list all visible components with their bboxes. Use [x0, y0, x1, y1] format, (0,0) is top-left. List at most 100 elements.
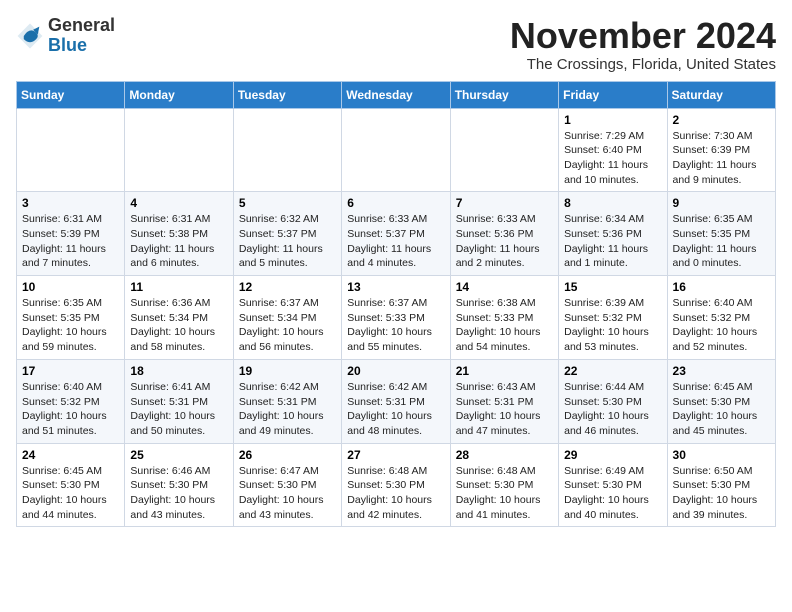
day-number: 15 [564, 280, 661, 294]
weekday-header: Thursday [450, 81, 558, 108]
day-content: Sunrise: 6:32 AM Sunset: 5:37 PM Dayligh… [239, 212, 336, 271]
day-number: 12 [239, 280, 336, 294]
calendar-week-row: 17 Sunrise: 6:40 AM Sunset: 5:32 PM Dayli… [17, 359, 776, 443]
calendar-cell [17, 108, 125, 192]
day-number: 11 [130, 280, 227, 294]
day-number: 26 [239, 448, 336, 462]
calendar-cell [233, 108, 341, 192]
day-content: Sunrise: 6:33 AM Sunset: 5:36 PM Dayligh… [456, 212, 553, 271]
day-number: 30 [673, 448, 770, 462]
month-title: November 2024 [510, 16, 776, 56]
calendar-cell: 21 Sunrise: 6:43 AM Sunset: 5:31 PM Dayli… [450, 359, 558, 443]
calendar-cell: 15 Sunrise: 6:39 AM Sunset: 5:32 PM Dayli… [559, 276, 667, 360]
day-number: 10 [22, 280, 119, 294]
day-content: Sunrise: 6:40 AM Sunset: 5:32 PM Dayligh… [22, 380, 119, 439]
weekday-header: Monday [125, 81, 233, 108]
calendar-cell: 16Sunrise: 6:40 AM Sunset: 5:32 PM Dayli… [667, 276, 775, 360]
day-number: 22 [564, 364, 661, 378]
day-content: Sunrise: 6:50 AM Sunset: 5:30 PM Dayligh… [673, 464, 770, 523]
calendar-cell: 17 Sunrise: 6:40 AM Sunset: 5:32 PM Dayli… [17, 359, 125, 443]
calendar-cell: 29 Sunrise: 6:49 AM Sunset: 5:30 PM Dayli… [559, 443, 667, 527]
weekday-header: Friday [559, 81, 667, 108]
calendar-header-row: SundayMondayTuesdayWednesdayThursdayFrid… [17, 81, 776, 108]
calendar-cell: 11 Sunrise: 6:36 AM Sunset: 5:34 PM Dayli… [125, 276, 233, 360]
calendar-cell: 20 Sunrise: 6:42 AM Sunset: 5:31 PM Dayli… [342, 359, 450, 443]
calendar-table: SundayMondayTuesdayWednesdayThursdayFrid… [16, 81, 776, 528]
calendar-cell: 26Sunrise: 6:47 AM Sunset: 5:30 PM Dayli… [233, 443, 341, 527]
calendar-cell: 14 Sunrise: 6:38 AM Sunset: 5:33 PM Dayli… [450, 276, 558, 360]
day-content: Sunrise: 6:49 AM Sunset: 5:30 PM Dayligh… [564, 464, 661, 523]
day-number: 13 [347, 280, 444, 294]
day-number: 19 [239, 364, 336, 378]
calendar-cell: 12 Sunrise: 6:37 AM Sunset: 5:34 PM Dayli… [233, 276, 341, 360]
calendar-cell: 6 Sunrise: 6:33 AM Sunset: 5:37 PM Daylig… [342, 192, 450, 276]
calendar-cell: 18 Sunrise: 6:41 AM Sunset: 5:31 PM Dayli… [125, 359, 233, 443]
day-content: Sunrise: 6:37 AM Sunset: 5:34 PM Dayligh… [239, 296, 336, 355]
day-content: Sunrise: 6:43 AM Sunset: 5:31 PM Dayligh… [456, 380, 553, 439]
day-number: 23 [673, 364, 770, 378]
calendar-cell: 22 Sunrise: 6:44 AM Sunset: 5:30 PM Dayli… [559, 359, 667, 443]
calendar-cell: 30 Sunrise: 6:50 AM Sunset: 5:30 PM Dayli… [667, 443, 775, 527]
day-number: 24 [22, 448, 119, 462]
calendar-cell: 5 Sunrise: 6:32 AM Sunset: 5:37 PM Daylig… [233, 192, 341, 276]
calendar-cell [342, 108, 450, 192]
day-content: Sunrise: 6:34 AM Sunset: 5:36 PM Dayligh… [564, 212, 661, 271]
calendar-cell [450, 108, 558, 192]
day-number: 14 [456, 280, 553, 294]
day-content: Sunrise: 6:45 AM Sunset: 5:30 PM Dayligh… [22, 464, 119, 523]
calendar-cell: 1 Sunrise: 7:29 AM Sunset: 6:40 PM Daylig… [559, 108, 667, 192]
day-content: Sunrise: 6:39 AM Sunset: 5:32 PM Dayligh… [564, 296, 661, 355]
day-content: Sunrise: 6:35 AM Sunset: 5:35 PM Dayligh… [22, 296, 119, 355]
day-number: 4 [130, 196, 227, 210]
day-content: Sunrise: 6:46 AM Sunset: 5:30 PM Dayligh… [130, 464, 227, 523]
day-number: 1 [564, 113, 661, 127]
calendar-cell [125, 108, 233, 192]
day-content: Sunrise: 6:37 AM Sunset: 5:33 PM Dayligh… [347, 296, 444, 355]
day-content: Sunrise: 6:48 AM Sunset: 5:30 PM Dayligh… [347, 464, 444, 523]
logo-general-text: General [48, 15, 115, 35]
title-block: November 2024 The Crossings, Florida, Un… [510, 16, 776, 73]
calendar-cell: 10 Sunrise: 6:35 AM Sunset: 5:35 PM Dayli… [17, 276, 125, 360]
day-number: 17 [22, 364, 119, 378]
day-content: Sunrise: 6:31 AM Sunset: 5:39 PM Dayligh… [22, 212, 119, 271]
day-number: 21 [456, 364, 553, 378]
day-content: Sunrise: 6:33 AM Sunset: 5:37 PM Dayligh… [347, 212, 444, 271]
day-number: 2 [673, 113, 770, 127]
day-content: Sunrise: 6:48 AM Sunset: 5:30 PM Dayligh… [456, 464, 553, 523]
calendar-cell: 27 Sunrise: 6:48 AM Sunset: 5:30 PM Dayli… [342, 443, 450, 527]
day-number: 29 [564, 448, 661, 462]
day-number: 7 [456, 196, 553, 210]
calendar-cell: 19Sunrise: 6:42 AM Sunset: 5:31 PM Dayli… [233, 359, 341, 443]
day-number: 25 [130, 448, 227, 462]
location-subtitle: The Crossings, Florida, United States [510, 56, 776, 73]
day-number: 3 [22, 196, 119, 210]
calendar-cell: 24 Sunrise: 6:45 AM Sunset: 5:30 PM Dayli… [17, 443, 125, 527]
day-number: 9 [673, 196, 770, 210]
day-content: Sunrise: 6:41 AM Sunset: 5:31 PM Dayligh… [130, 380, 227, 439]
calendar-cell: 8 Sunrise: 6:34 AM Sunset: 5:36 PM Daylig… [559, 192, 667, 276]
calendar-cell: 28Sunrise: 6:48 AM Sunset: 5:30 PM Dayli… [450, 443, 558, 527]
weekday-header: Sunday [17, 81, 125, 108]
day-content: Sunrise: 6:31 AM Sunset: 5:38 PM Dayligh… [130, 212, 227, 271]
day-number: 20 [347, 364, 444, 378]
day-number: 18 [130, 364, 227, 378]
logo-icon [16, 22, 44, 50]
calendar-week-row: 24 Sunrise: 6:45 AM Sunset: 5:30 PM Dayli… [17, 443, 776, 527]
day-content: Sunrise: 7:29 AM Sunset: 6:40 PM Dayligh… [564, 129, 661, 188]
calendar-week-row: 1 Sunrise: 7:29 AM Sunset: 6:40 PM Daylig… [17, 108, 776, 192]
day-number: 27 [347, 448, 444, 462]
calendar-cell: 23Sunrise: 6:45 AM Sunset: 5:30 PM Dayli… [667, 359, 775, 443]
calendar-cell: 4 Sunrise: 6:31 AM Sunset: 5:38 PM Daylig… [125, 192, 233, 276]
day-content: Sunrise: 6:44 AM Sunset: 5:30 PM Dayligh… [564, 380, 661, 439]
logo-blue-text: Blue [48, 35, 87, 55]
day-number: 8 [564, 196, 661, 210]
day-number: 6 [347, 196, 444, 210]
day-content: Sunrise: 6:36 AM Sunset: 5:34 PM Dayligh… [130, 296, 227, 355]
day-content: Sunrise: 6:42 AM Sunset: 5:31 PM Dayligh… [347, 380, 444, 439]
day-number: 16 [673, 280, 770, 294]
day-content: Sunrise: 6:38 AM Sunset: 5:33 PM Dayligh… [456, 296, 553, 355]
day-number: 5 [239, 196, 336, 210]
calendar-cell: 2 Sunrise: 7:30 AM Sunset: 6:39 PM Daylig… [667, 108, 775, 192]
day-content: Sunrise: 7:30 AM Sunset: 6:39 PM Dayligh… [673, 129, 770, 188]
calendar-cell: 9Sunrise: 6:35 AM Sunset: 5:35 PM Daylig… [667, 192, 775, 276]
